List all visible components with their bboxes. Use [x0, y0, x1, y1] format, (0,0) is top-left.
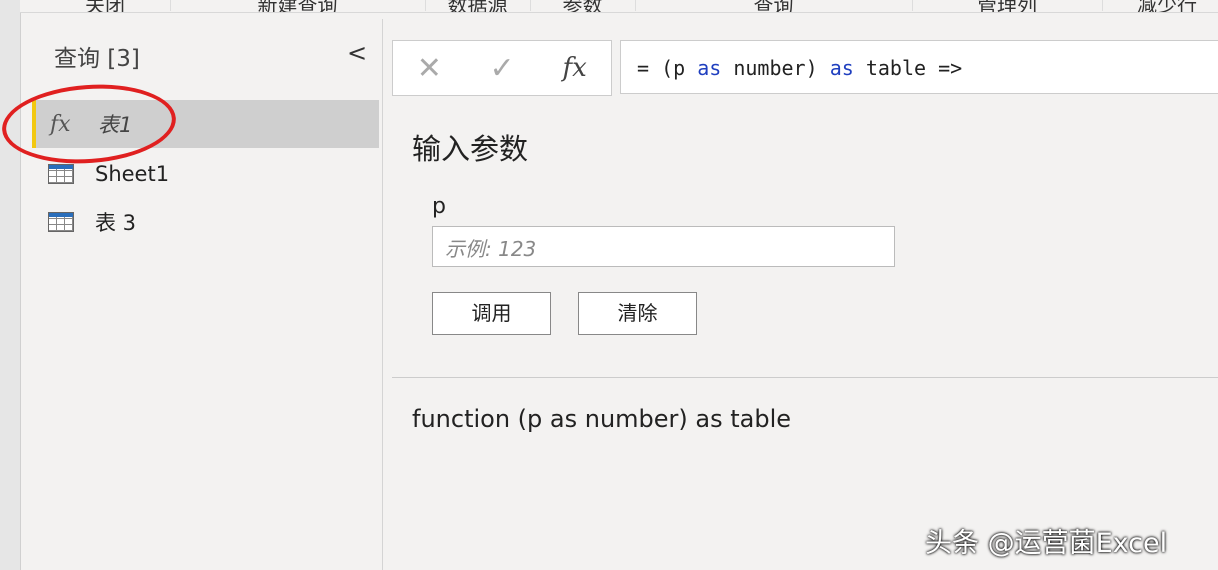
ribbon-group-manage-columns[interactable]: 管理列 — [912, 0, 1103, 12]
query-label: 表 3 — [95, 211, 137, 235]
fx-icon[interactable]: fx — [538, 53, 611, 83]
formula-text: = (p — [637, 56, 698, 80]
ribbon-group-data-source[interactable]: 数据源 — [425, 0, 531, 12]
enter-parameters-heading: 输入参数 — [412, 132, 529, 166]
ribbon-group-query[interactable]: 查询 — [635, 0, 913, 12]
watermark: 头条 @运营菌Excel — [925, 528, 1168, 559]
divider — [392, 377, 1218, 378]
param-label: p — [432, 194, 446, 219]
queries-title: 查询 [3] — [54, 46, 140, 72]
function-signature: function (p as number) as table — [412, 405, 792, 433]
ribbon: 关闭 新建查询 数据源 参数 查询 管理列 减少行 — [20, 0, 1218, 13]
invoke-button[interactable]: 调用 — [432, 292, 551, 335]
formula-text: number) — [721, 56, 830, 80]
ribbon-group-parameters[interactable]: 参数 — [530, 0, 636, 12]
ribbon-group-new-query[interactable]: 新建查询 — [170, 0, 426, 12]
formula-text: table => — [853, 56, 963, 80]
query-item-table3[interactable]: 表 3 — [33, 198, 376, 246]
ribbon-group-close[interactable]: 关闭 — [40, 0, 171, 12]
check-icon[interactable]: ✓ — [466, 51, 539, 86]
ribbon-group-reduce-rows[interactable]: 减少行 — [1102, 0, 1218, 12]
formula-keyword: as — [829, 56, 854, 80]
chevron-left-icon[interactable]: < — [347, 39, 367, 67]
formula-buttons: ✕ ✓ fx — [392, 40, 612, 96]
table-icon — [48, 164, 74, 184]
table-icon — [48, 212, 74, 232]
formula-keyword: as — [697, 56, 722, 80]
query-label: Sheet1 — [95, 162, 170, 186]
clear-button[interactable]: 清除 — [578, 292, 697, 335]
formula-bar[interactable]: = (p as number) as table => — [620, 40, 1218, 94]
cancel-icon[interactable]: ✕ — [393, 51, 466, 86]
param-p-input[interactable]: 示例: 123 — [432, 226, 895, 267]
window-edge — [0, 0, 21, 570]
